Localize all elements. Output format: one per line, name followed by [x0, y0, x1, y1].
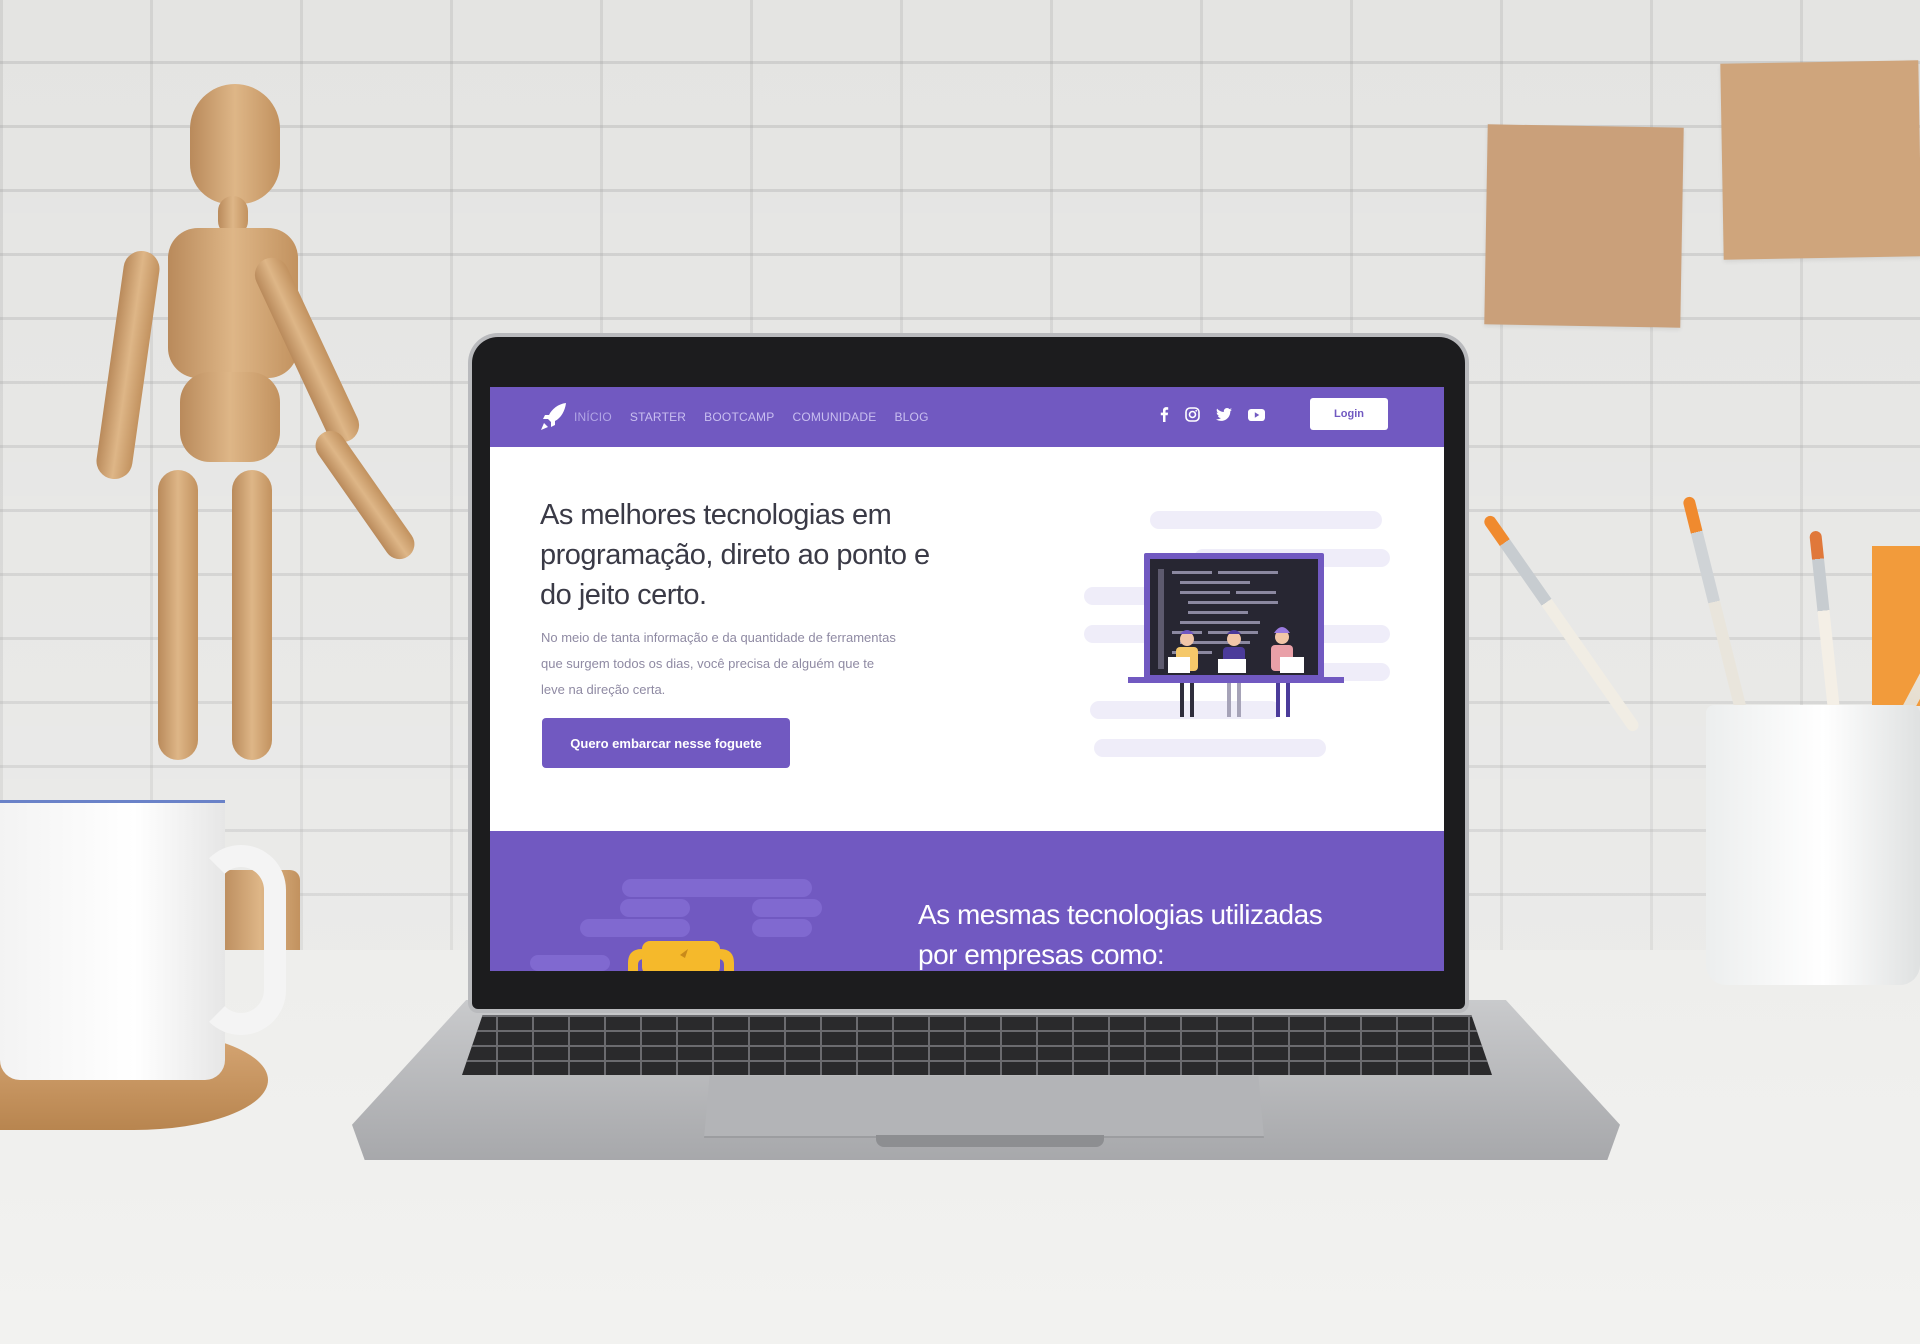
youtube-icon[interactable] [1248, 408, 1265, 421]
hero-title: As melhores tecnologias em programação, … [540, 499, 930, 611]
login-button[interactable]: Login [1310, 398, 1388, 430]
laptop-trackpad [704, 1076, 1264, 1138]
twitter-icon[interactable] [1216, 408, 1232, 421]
nav-link-starter[interactable]: STARTER [630, 410, 686, 424]
instagram-icon[interactable] [1185, 407, 1200, 422]
developers-illustration [1084, 511, 1390, 757]
nav-link-comunidade[interactable]: COMUNIDADE [792, 410, 876, 424]
laptop-keyboard [462, 1015, 1492, 1075]
cta-button[interactable]: Quero embarcar nesse foguete [542, 718, 790, 768]
rocket-logo-icon[interactable] [540, 401, 568, 431]
social-links [1159, 407, 1265, 422]
companies-section: As mesmas tecnologias utilizadas por emp… [490, 831, 1444, 971]
laptop-lip [876, 1135, 1104, 1147]
orange-box [1872, 546, 1920, 706]
sticky-note [1484, 124, 1684, 328]
sticky-note [1720, 60, 1920, 260]
website-screen: INÍCIO STARTER BOOTCAMP COMUNIDADE BLOG [490, 387, 1444, 971]
hero-description: No meio de tanta informação e da quantid… [541, 630, 896, 697]
nav-link-bootcamp[interactable]: BOOTCAMP [704, 410, 774, 424]
trophy-icon [530, 879, 822, 971]
facebook-icon[interactable] [1159, 407, 1169, 422]
mug-rim [0, 800, 225, 827]
top-nav: INÍCIO STARTER BOOTCAMP COMUNIDADE BLOG [490, 387, 1444, 447]
nav-link-blog[interactable]: BLOG [894, 410, 928, 424]
nav-links: INÍCIO STARTER BOOTCAMP COMUNIDADE BLOG [574, 410, 929, 424]
coffee-mug [0, 800, 225, 1080]
companies-title: As mesmas tecnologias utilizadas por emp… [918, 899, 1323, 970]
brush-cup [1706, 705, 1920, 985]
mug-handle [196, 845, 286, 1035]
nav-link-inicio[interactable]: INÍCIO [574, 410, 612, 424]
